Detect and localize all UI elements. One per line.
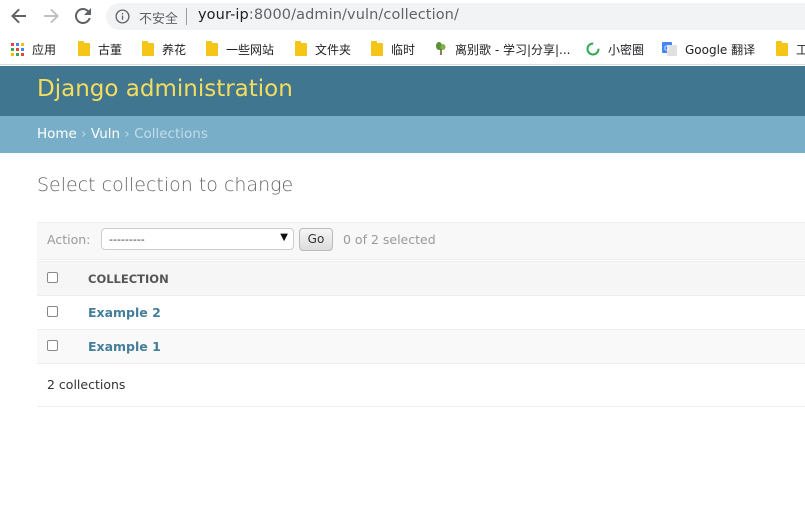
- action-label: Action:: [47, 232, 91, 247]
- reload-icon: [75, 8, 91, 24]
- folder-icon: [371, 40, 383, 56]
- url-text[interactable]: your-ip:8000/admin/vuln/collection/: [198, 7, 459, 23]
- url-path: :8000/admin/vuln/collection/: [248, 7, 459, 23]
- bookmark-label: Google 翻译: [685, 42, 756, 57]
- forward-arrow-icon: [44, 8, 59, 24]
- bookmark-apps[interactable]: 应用: [11, 40, 56, 58]
- bookmark-site[interactable]: 小密圈: [586, 40, 644, 58]
- folder-icon: [142, 40, 154, 56]
- bookmark-folder[interactable]: 养花: [142, 40, 186, 58]
- breadcrumb: Home › Vuln › Collections: [0, 116, 805, 153]
- folder-icon: [776, 40, 788, 56]
- action-select-value: ---------: [109, 233, 145, 246]
- bookmark-folder[interactable]: 一些网站: [206, 40, 274, 58]
- collection-link[interactable]: Example 1: [88, 339, 161, 354]
- bookmark-label: 应用: [32, 42, 57, 57]
- bookmark-folder[interactable]: 古董: [78, 40, 122, 58]
- address-bar[interactable]: 不安全 your-ip:8000/admin/vuln/collection/: [106, 3, 805, 30]
- select-all-cell: [37, 261, 88, 296]
- bookmark-label: 养花: [162, 42, 187, 57]
- site-branding[interactable]: Django administration: [37, 76, 293, 102]
- selection-counter: 0 of 2 selected: [343, 232, 436, 247]
- result-count: 2 collections: [47, 377, 126, 392]
- bookmark-label: 古董: [98, 42, 123, 57]
- browser-toolbar: 不安全 your-ip:8000/admin/vuln/collection/: [0, 0, 805, 33]
- dropdown-arrow-icon: ▼: [280, 232, 288, 243]
- paginator: 2 collections: [37, 364, 805, 407]
- bookmark-label: 临时: [391, 42, 416, 57]
- reload-button[interactable]: [72, 6, 94, 26]
- column-header-collection[interactable]: COLLECTION: [88, 261, 805, 296]
- back-button[interactable]: [8, 6, 30, 26]
- bookmark-label: 小密圈: [608, 42, 645, 57]
- bookmark-label: 一些网站: [226, 42, 275, 57]
- folder-icon: [206, 40, 218, 56]
- breadcrumb-separator: ›: [81, 126, 87, 142]
- breadcrumb-home[interactable]: Home: [37, 126, 77, 142]
- bookmarks-bar: 应用 古董 养花 一些网站 文件夹 临时 离别歌 - 学习|分享|... 小密圈…: [0, 33, 805, 65]
- table-row: Example 2: [37, 295, 805, 330]
- security-label: 不安全: [139, 12, 179, 27]
- bookmark-label: 工: [796, 42, 805, 57]
- table-header-row: COLLECTION: [37, 261, 805, 296]
- bookmark-label: 离别歌 - 学习|分享|...: [455, 42, 571, 57]
- collection-cell: Example 2: [88, 295, 805, 330]
- admin-header: Django administration: [0, 66, 805, 116]
- breadcrumb-separator: ›: [124, 126, 130, 142]
- plant-icon: [436, 42, 446, 55]
- row-checkbox-cell: [37, 295, 88, 330]
- svg-text:G: G: [664, 45, 669, 53]
- results-table: COLLECTION Example 2 Example 1: [37, 261, 805, 364]
- page-title: Select collection to change: [37, 174, 294, 196]
- table-row: Example 1: [37, 329, 805, 364]
- action-select[interactable]: --------- ▼: [101, 228, 294, 250]
- folder-icon: [78, 40, 90, 56]
- bookmark-folder[interactable]: 工: [776, 40, 805, 58]
- forward-button[interactable]: [40, 6, 62, 26]
- breadcrumb-app[interactable]: Vuln: [91, 126, 120, 142]
- go-button[interactable]: Go: [299, 228, 333, 251]
- actions-bar: Action: --------- ▼ Go 0 of 2 selected: [37, 222, 805, 260]
- info-icon[interactable]: [115, 9, 130, 24]
- google-translate-icon: G: [662, 42, 677, 56]
- bookmark-label: 文件夹: [315, 42, 352, 57]
- row-checkbox[interactable]: [47, 340, 58, 351]
- bookmark-folder[interactable]: 临时: [371, 40, 415, 58]
- collection-cell: Example 1: [88, 329, 805, 364]
- row-checkbox[interactable]: [47, 306, 58, 317]
- select-all-checkbox[interactable]: [47, 271, 58, 283]
- folder-icon: [295, 40, 307, 56]
- breadcrumb-current: Collections: [134, 126, 208, 142]
- url-host: your-ip: [198, 7, 249, 23]
- bookmark-folder[interactable]: 文件夹: [295, 40, 351, 58]
- back-arrow-icon: [11, 8, 26, 24]
- apps-grid-icon: [11, 42, 24, 56]
- circle-logo-icon: [586, 42, 600, 56]
- bookmark-site[interactable]: 离别歌 - 学习|分享|...: [435, 40, 571, 58]
- divider: [186, 8, 187, 25]
- row-checkbox-cell: [37, 329, 88, 364]
- collection-link[interactable]: Example 2: [88, 305, 161, 320]
- bookmark-site[interactable]: G Google 翻译: [662, 40, 755, 58]
